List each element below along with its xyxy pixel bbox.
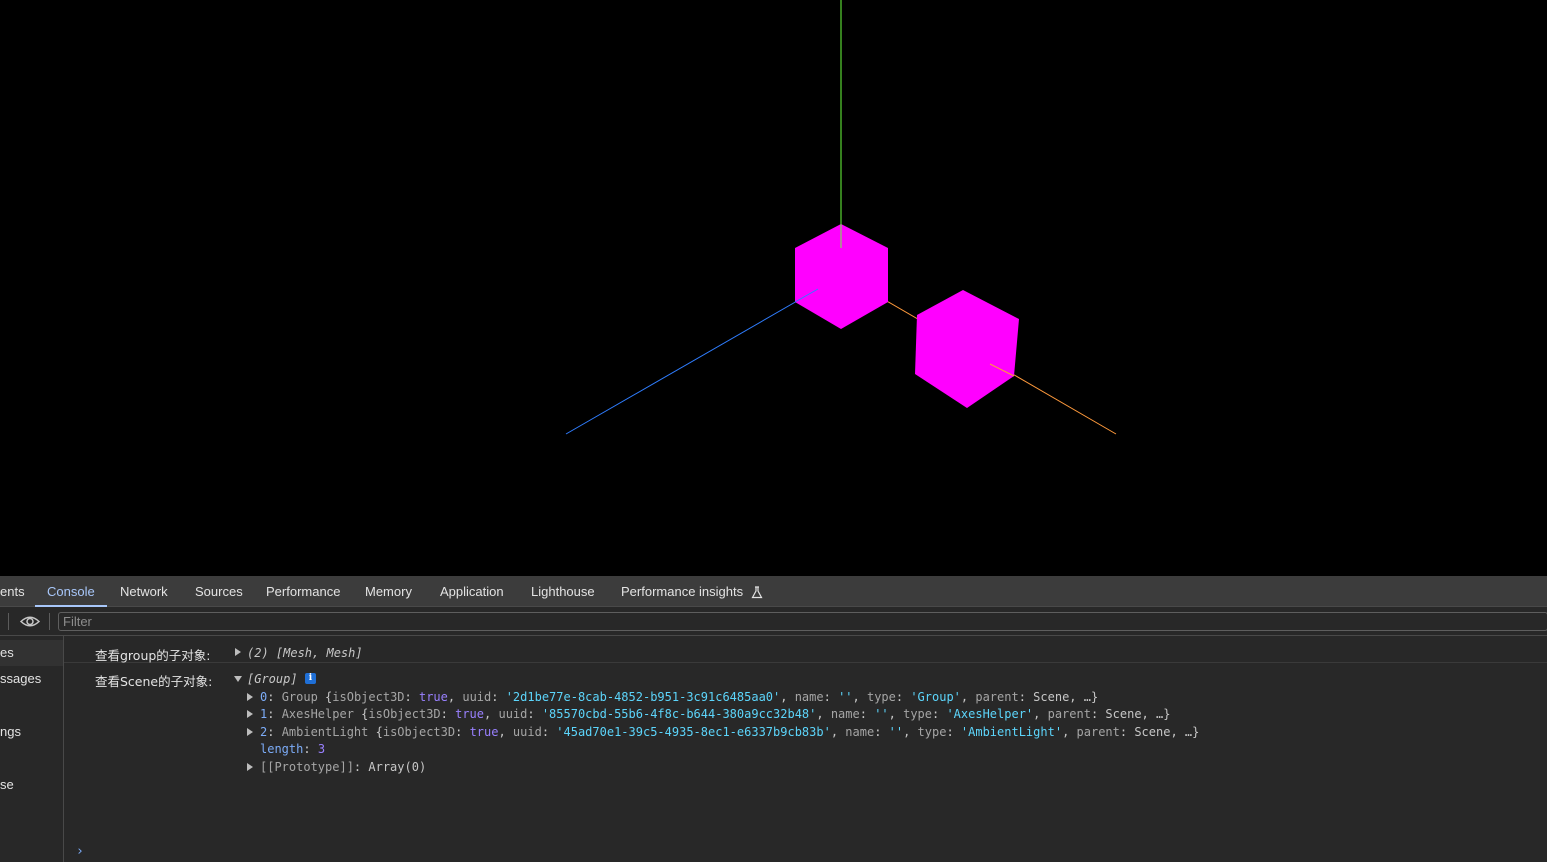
tab-performance-insights[interactable]: Performance insights [621, 576, 763, 606]
message-label: 查看group的子对象: [95, 648, 211, 663]
console-message: 查看Scene的子对象: [Group] i 0: Group {isObjec… [64, 663, 1547, 803]
expand-triangle-icon[interactable] [247, 763, 253, 771]
flask-icon [751, 586, 763, 599]
console-output: 查看group的子对象: (2) [Mesh, Mesh] 查看Scene的子对… [64, 636, 1547, 862]
tab-performance[interactable]: Performance [266, 576, 340, 606]
collapse-triangle-icon[interactable] [234, 676, 242, 682]
threejs-canvas[interactable] [0, 0, 1547, 576]
expand-triangle-icon[interactable] [247, 693, 253, 701]
axis-z-line [565, 288, 819, 435]
tab-memory[interactable]: Memory [365, 576, 412, 606]
array-prototype[interactable]: [[Prototype]]: Array(0) [260, 760, 426, 774]
expand-triangle-icon[interactable] [247, 728, 253, 736]
expand-triangle-icon[interactable] [235, 648, 241, 656]
devtools-tabbar: ents Console Network Sources Performance… [0, 576, 1547, 607]
tab-performance-insights-label: Performance insights [621, 584, 744, 599]
array-item-1[interactable]: 1: AxesHelper {isObject3D: true, uuid: '… [260, 707, 1170, 721]
sidebar-item-messages[interactable]: es [0, 640, 63, 666]
tab-sources[interactable]: Sources [195, 576, 243, 606]
expand-triangle-icon[interactable] [247, 710, 253, 718]
console-prompt-icon[interactable]: › [76, 844, 84, 859]
sidebar-item-warnings[interactable]: ngs [0, 724, 21, 739]
sidebar-item-verbose[interactable]: se [0, 777, 14, 792]
tab-network[interactable]: Network [120, 576, 168, 606]
tab-application[interactable]: Application [440, 576, 504, 606]
console-sidebar: es ssages ngs se [0, 636, 64, 862]
sidebar-item-user-messages[interactable]: ssages [0, 671, 41, 686]
tab-elements[interactable]: ents [0, 576, 25, 606]
tab-lighthouse[interactable]: Lighthouse [531, 576, 595, 606]
message-label: 查看Scene的子对象: [95, 674, 213, 689]
toolbar-divider [49, 613, 50, 630]
array-summary[interactable]: [Group] [247, 672, 298, 686]
array-summary[interactable]: (2) [Mesh, Mesh] [247, 646, 363, 660]
array-length: length: 3 [260, 742, 326, 756]
toolbar-divider [8, 613, 9, 630]
eye-icon[interactable] [19, 613, 41, 630]
info-icon[interactable]: i [305, 673, 316, 684]
console-toolbar [0, 607, 1547, 636]
cube-mesh-2 [915, 290, 1019, 408]
filter-input[interactable] [58, 612, 1547, 631]
array-item-2[interactable]: 2: AmbientLight {isObject3D: true, uuid:… [260, 725, 1199, 739]
console-message: 查看group的子对象: (2) [Mesh, Mesh] [64, 636, 1547, 663]
devtools-panel: ents Console Network Sources Performance… [0, 576, 1547, 862]
array-item-0[interactable]: 0: Group {isObject3D: true, uuid: '2d1be… [260, 690, 1098, 704]
scene-render [565, 0, 1117, 435]
tab-console[interactable]: Console [35, 576, 107, 607]
